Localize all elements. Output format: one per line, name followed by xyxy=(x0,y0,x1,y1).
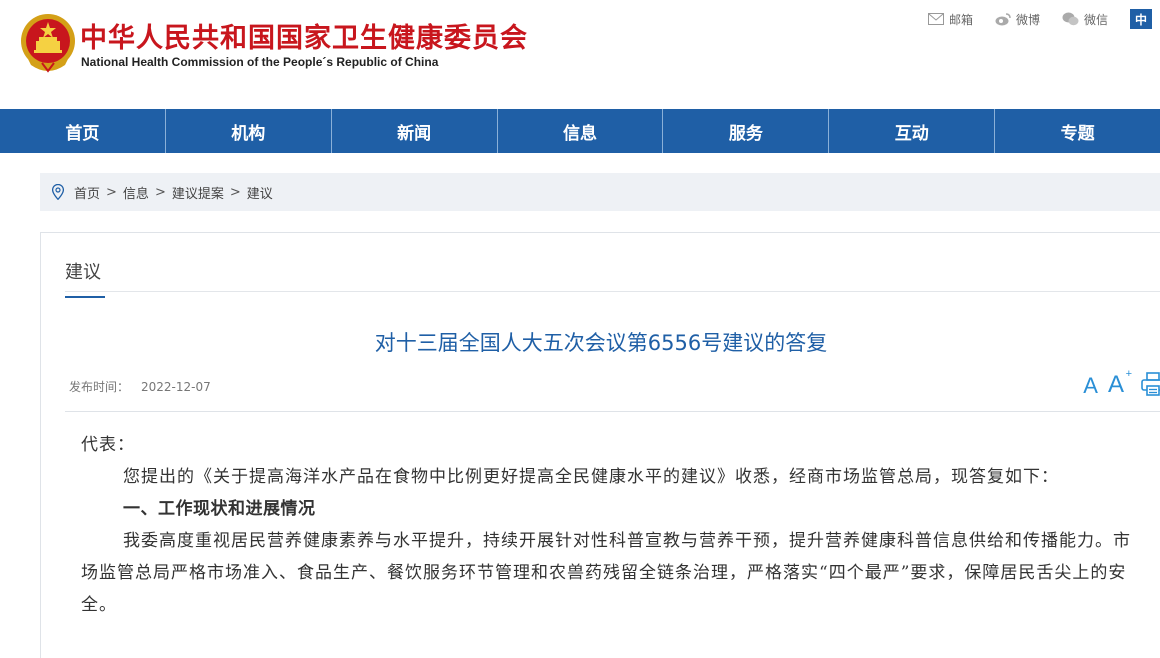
breadcrumb: 首页 > 信息 > 建议提案 > 建议 xyxy=(40,173,1160,211)
nav-item-news[interactable]: 新闻 xyxy=(332,109,498,153)
article-divider xyxy=(65,411,1160,412)
mail-link[interactable]: 邮箱 xyxy=(927,11,973,28)
site-header: 中华人民共和国国家卫生健康委员会 National Health Commiss… xyxy=(0,0,1160,108)
nav-item-interaction[interactable]: 互动 xyxy=(829,109,996,153)
publish-label: 发布时间： xyxy=(69,380,130,394)
font-decrease-button[interactable]: A xyxy=(1083,375,1098,397)
publish-date: 2022-12-07 xyxy=(141,380,211,394)
article-panel: 建议 对十三届全国人大五次会议第6556号建议的答复 发布时间： 2022-12-… xyxy=(40,232,1160,658)
font-increase-button[interactable]: A + xyxy=(1107,369,1132,398)
site-title-english: National Health Commission of the People… xyxy=(81,55,439,69)
main-nav: 首页 机构 新闻 信息 服务 互动 专题 xyxy=(0,109,1160,153)
article-tools: A A + xyxy=(1083,369,1160,398)
language-chinese-button[interactable]: 中 xyxy=(1130,9,1152,29)
mail-icon xyxy=(927,13,944,25)
national-emblem-icon[interactable] xyxy=(20,13,76,73)
salutation: 代表： xyxy=(81,435,135,455)
nav-item-topics[interactable]: 专题 xyxy=(995,109,1160,153)
nav-item-services[interactable]: 服务 xyxy=(663,109,830,153)
article-title: 对十三届全国人大五次会议第6556号建议的答复 xyxy=(374,331,828,355)
paragraph: 我委高度重视居民营养健康素养与水平提升，持续开展针对性科普宣教与营养干预，提升营… xyxy=(81,531,1131,615)
breadcrumb-suggestions[interactable]: 建议 xyxy=(247,183,273,202)
article-body: 代表： 您提出的《关于提高海洋水产品在食物中比例更好提高全民健康水平的建议》收悉… xyxy=(81,429,1146,621)
print-icon[interactable] xyxy=(1140,371,1160,397)
wechat-link[interactable]: 微信 xyxy=(1062,11,1108,28)
paragraph: 您提出的《关于提高海洋水产品在食物中比例更好提高全民健康水平的建议》收悉，经商市… xyxy=(123,467,1059,487)
site-title-chinese[interactable]: 中华人民共和国国家卫生健康委员会 xyxy=(80,16,528,55)
breadcrumb-separator: > xyxy=(106,184,117,200)
weibo-link[interactable]: 微博 xyxy=(995,11,1040,28)
breadcrumb-separator: > xyxy=(154,184,166,200)
section-tab-suggestions[interactable]: 建议 xyxy=(65,258,105,298)
breadcrumb-home[interactable]: 首页 xyxy=(74,183,100,202)
breadcrumb-suggestions-proposals[interactable]: 建议提案 xyxy=(172,183,224,202)
nav-item-institutions[interactable]: 机构 xyxy=(166,109,332,153)
breadcrumb-information[interactable]: 信息 xyxy=(123,183,149,202)
breadcrumb-separator: > xyxy=(229,184,241,200)
weibo-icon xyxy=(995,13,1011,26)
publish-info: 发布时间： 2022-12-07 xyxy=(69,378,211,395)
location-pin-icon xyxy=(52,184,64,200)
wechat-icon xyxy=(1062,12,1079,26)
font-increase-letter: A xyxy=(1107,371,1124,398)
mail-link-label: 邮箱 xyxy=(948,12,973,27)
top-links: 邮箱 微博 微信 中 xyxy=(906,9,1152,29)
section-divider xyxy=(65,291,1160,292)
nav-item-information[interactable]: 信息 xyxy=(498,109,664,153)
nav-item-home[interactable]: 首页 xyxy=(0,109,166,153)
wechat-link-label: 微信 xyxy=(1083,12,1108,27)
section-heading: 一、工作现状和进展情况 xyxy=(123,499,316,519)
font-increase-plus: + xyxy=(1125,368,1132,380)
weibo-link-label: 微博 xyxy=(1015,12,1040,27)
